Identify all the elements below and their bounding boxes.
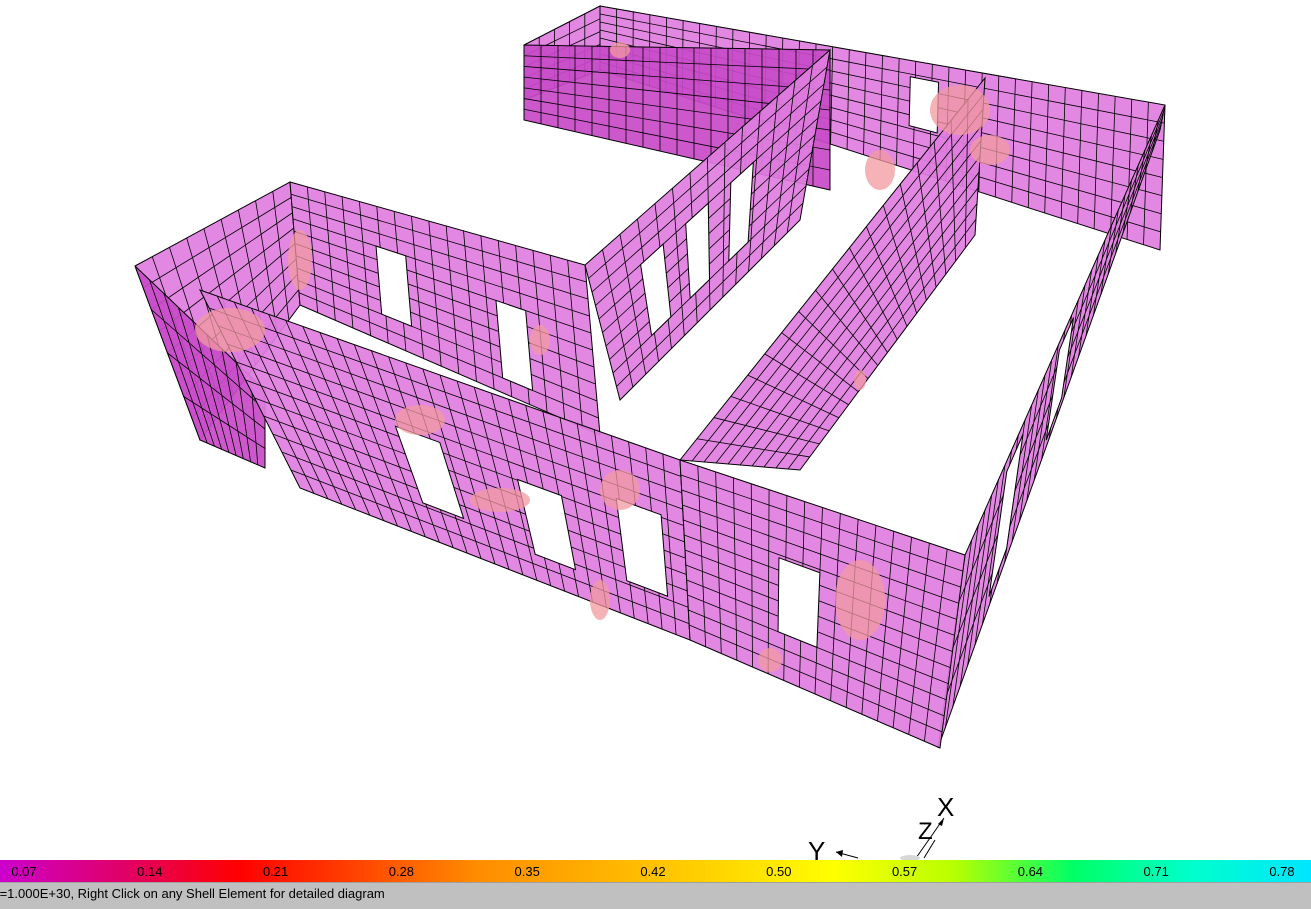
legend-value: 0.78 xyxy=(1269,864,1295,879)
z-axis-label: Z xyxy=(918,818,933,845)
stress-hotspot xyxy=(610,42,630,58)
window-opening xyxy=(375,245,413,327)
legend-value: 0.42 xyxy=(640,864,666,879)
stress-hotspot xyxy=(590,580,610,620)
legend-value: 0.14 xyxy=(137,864,163,879)
legend-value: 0.71 xyxy=(1143,864,1169,879)
x-axis-label: X xyxy=(937,792,955,822)
status-text: <=1.000E+30, Right Click on any Shell El… xyxy=(0,886,385,901)
stress-hotspot xyxy=(865,150,895,190)
legend-value: 0.57 xyxy=(891,864,918,879)
model-viewport[interactable]: X Z Y xyxy=(0,0,1311,864)
stress-hotspot xyxy=(970,135,1010,165)
stress-hotspot xyxy=(530,325,550,355)
status-bar: <=1.000E+30, Right Click on any Shell El… xyxy=(0,882,1311,909)
stress-hotspot xyxy=(854,370,866,390)
stress-hotspot xyxy=(288,230,312,290)
legend-value: 0.28 xyxy=(388,864,415,879)
stress-hotspot xyxy=(835,560,885,640)
stress-hotspot xyxy=(600,470,640,510)
legend-value: 0.07 xyxy=(11,864,37,879)
legend-value: 0.50 xyxy=(766,864,792,879)
shell-model-view[interactable] xyxy=(0,0,1311,860)
legend-value: 0.35 xyxy=(514,864,540,879)
stress-hotspot xyxy=(758,648,782,672)
legend-value: 0.64 xyxy=(1017,864,1044,879)
stress-hotspot xyxy=(395,405,445,435)
shell-element-fill[interactable] xyxy=(679,459,966,749)
stress-hotspot xyxy=(470,488,530,512)
window-opening xyxy=(777,557,821,649)
legend-value: 0.21 xyxy=(262,864,289,879)
stress-hotspot xyxy=(930,85,990,135)
front-wall-right[interactable] xyxy=(679,459,966,749)
stress-hotspot xyxy=(195,308,265,352)
